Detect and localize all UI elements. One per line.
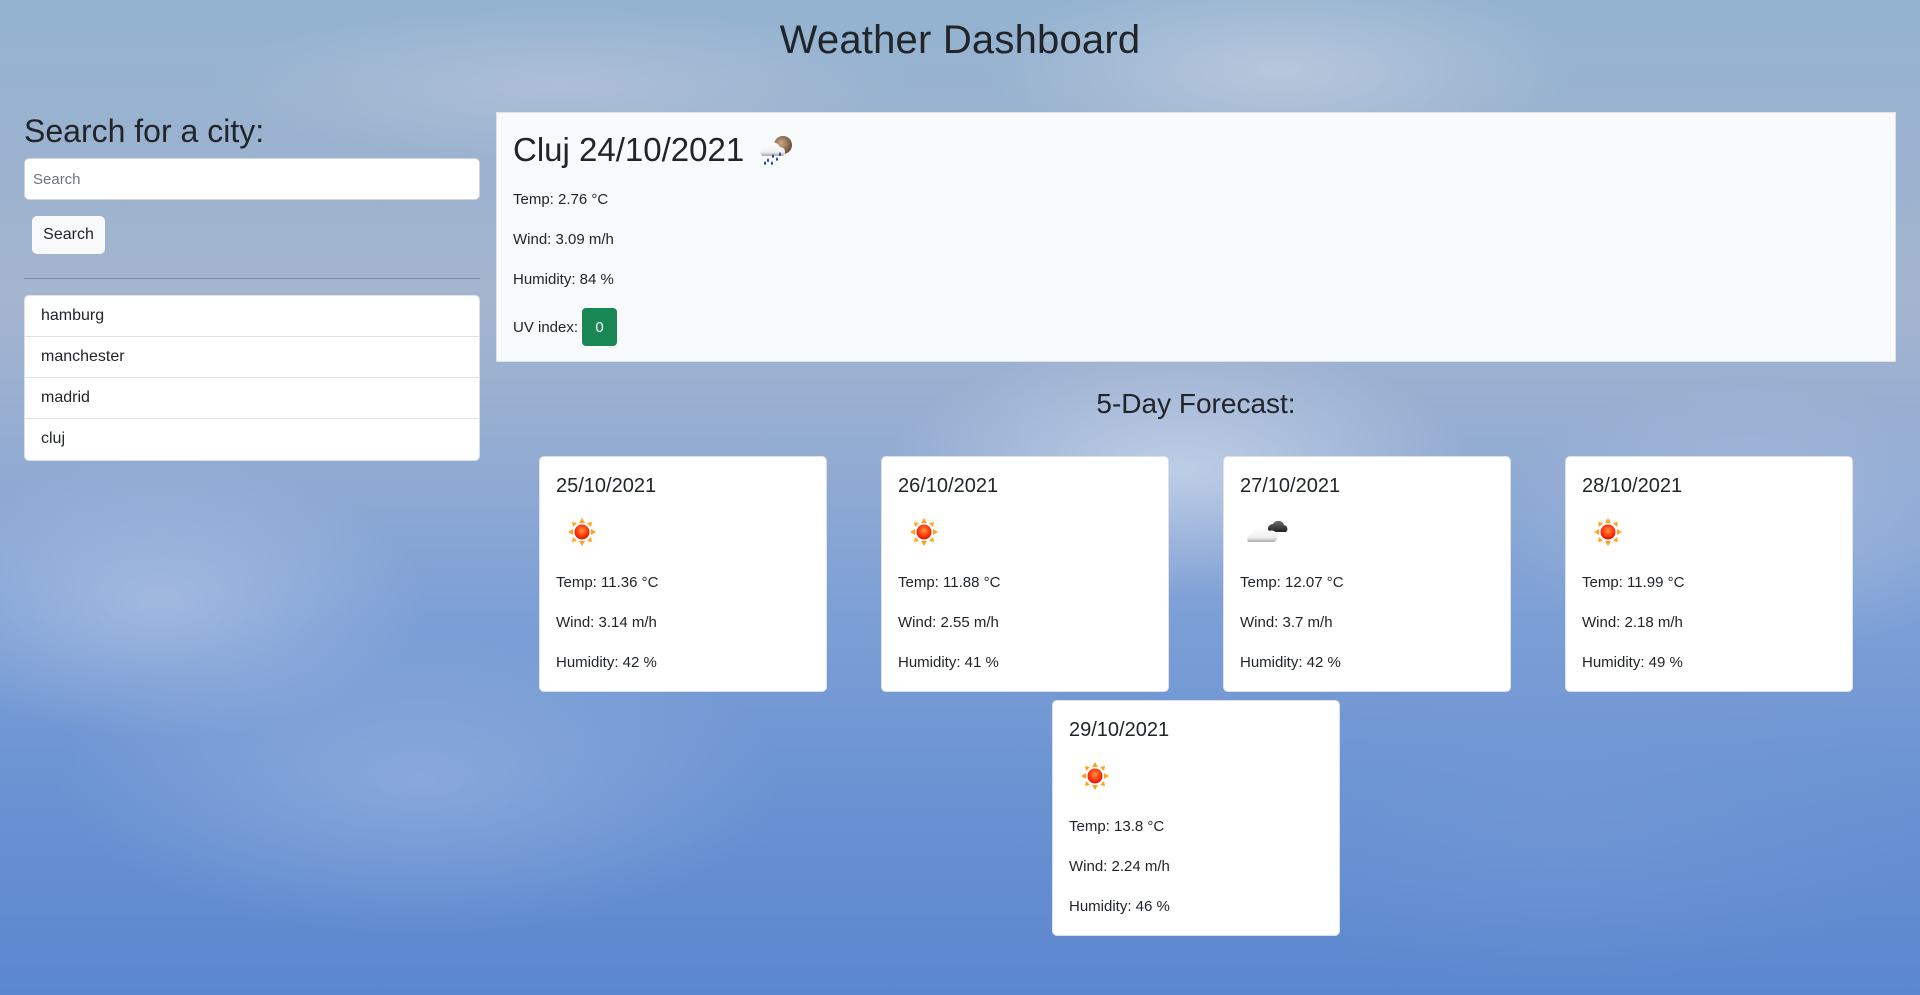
forecast-card: 26/10/2021 Temp: 11.88 °C Wind: 2.55 m/h… [881, 456, 1169, 692]
current-humidity: Humidity: 84 % [513, 271, 614, 288]
current-temp: Temp: 2.76 °C [513, 191, 609, 208]
sun-icon [1594, 518, 1622, 546]
forecast-date: 28/10/2021 [1582, 475, 1683, 497]
search-input[interactable] [24, 158, 480, 200]
forecast-date: 29/10/2021 [1069, 719, 1170, 741]
forecast-date: 27/10/2021 [1240, 475, 1341, 497]
forecast-card: 28/10/2021 Temp: 11.99 °C Wind: 2.18 m/h… [1565, 456, 1853, 692]
current-wind: Wind: 3.09 m/h [513, 231, 614, 248]
current-weather-header: Cluj 24/10/2021 [513, 131, 796, 169]
forecast-humidity: Humidity: 41 % [898, 654, 999, 671]
forecast-heading: 5-Day Forecast: [1096, 388, 1296, 419]
forecast-wind: Wind: 3.7 m/h [1240, 614, 1333, 631]
uv-index-badge: 0 [582, 308, 618, 346]
forecast-card: 27/10/2021 Temp: 12.07 °C Wind: 3.7 m/h … [1223, 456, 1511, 692]
search-button[interactable]: Search [32, 216, 105, 254]
current-city-date: Cluj 24/10/2021 [513, 131, 745, 168]
rain-cloud-icon [760, 136, 793, 165]
forecast-temp: Temp: 13.8 °C [1069, 818, 1165, 835]
current-weather-panel: Cluj 24/10/2021 Temp: 2.76 °C Wind: 3.09… [496, 112, 1896, 362]
search-history-list: hamburg manchester madrid cluj [24, 295, 480, 461]
sun-icon [1081, 762, 1109, 790]
forecast-humidity: Humidity: 42 % [1240, 654, 1341, 671]
forecast-wind: Wind: 2.55 m/h [898, 614, 999, 631]
forecast-humidity: Humidity: 49 % [1582, 654, 1683, 671]
forecast-wind: Wind: 2.24 m/h [1069, 858, 1170, 875]
history-item-cluj[interactable]: cluj [25, 419, 479, 460]
forecast-temp: Temp: 12.07 °C [1240, 574, 1344, 591]
forecast-wind: Wind: 2.18 m/h [1582, 614, 1683, 631]
sun-icon [568, 518, 596, 546]
forecast-date: 26/10/2021 [898, 475, 999, 497]
search-heading: Search for a city: [24, 113, 265, 149]
clouds-icon [1247, 520, 1288, 542]
forecast-temp: Temp: 11.99 °C [1582, 574, 1685, 591]
history-item-hamburg[interactable]: hamburg [25, 296, 479, 337]
forecast-card: 29/10/2021 Temp: 13.8 °C Wind: 2.24 m/h … [1052, 700, 1340, 936]
forecast-humidity: Humidity: 46 % [1069, 898, 1170, 915]
forecast-temp: Temp: 11.36 °C [556, 574, 659, 591]
divider [24, 278, 480, 279]
page-title: Weather Dashboard [779, 18, 1141, 62]
history-item-madrid[interactable]: madrid [25, 378, 479, 419]
sun-icon [910, 518, 938, 546]
forecast-wind: Wind: 3.14 m/h [556, 614, 657, 631]
history-item-manchester[interactable]: manchester [25, 337, 479, 378]
forecast-humidity: Humidity: 42 % [556, 654, 657, 671]
uv-index-row: UV index: 0 [513, 308, 618, 346]
forecast-date: 25/10/2021 [556, 475, 657, 497]
forecast-card: 25/10/2021 Temp: 11.36 °C Wind: 3.14 m/h… [539, 456, 827, 692]
forecast-temp: Temp: 11.88 °C [898, 574, 1001, 591]
uv-index-label: UV index: [513, 318, 579, 336]
